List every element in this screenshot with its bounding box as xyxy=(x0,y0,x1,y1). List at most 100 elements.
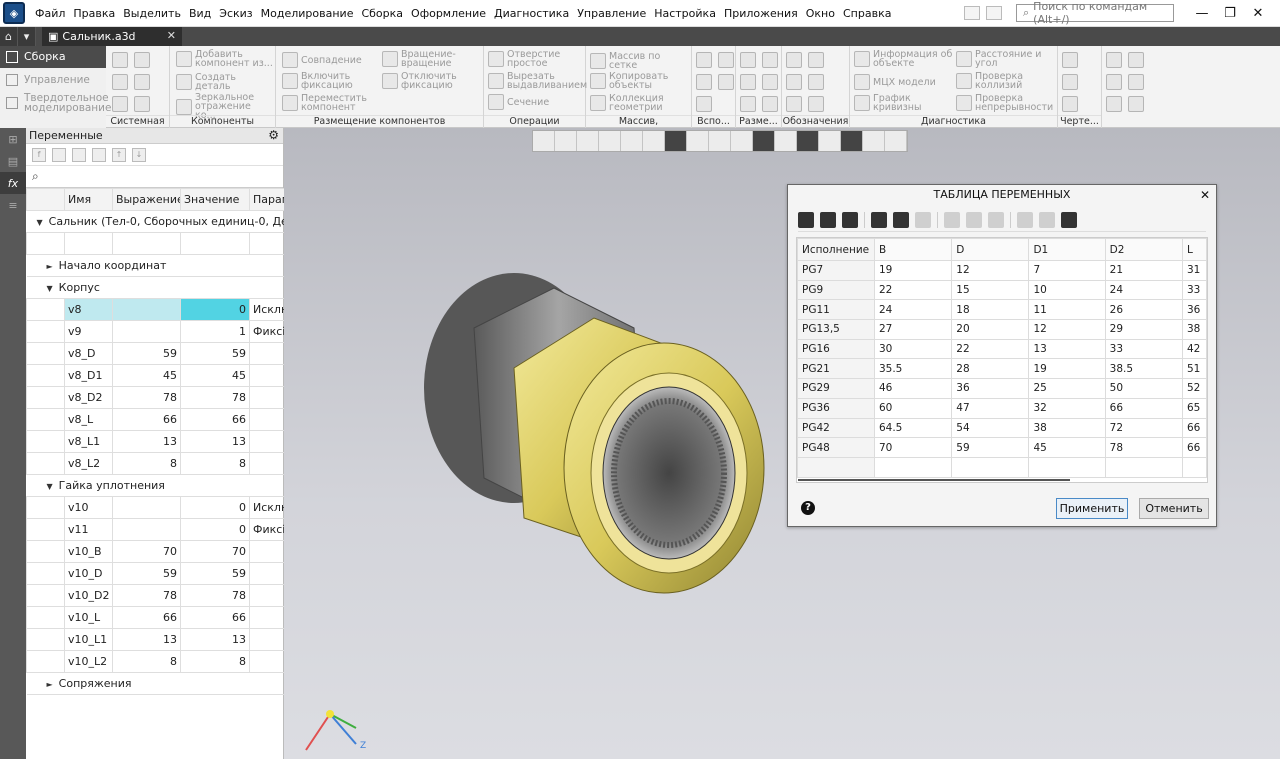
tree-group-row[interactable]: ► Начало координат xyxy=(26,254,285,277)
menu-help[interactable]: Справка xyxy=(839,0,895,27)
grid-value-cell[interactable]: 38.5 xyxy=(1104,358,1183,380)
grid-row[interactable]: PG13,5 27 20 12 29 38 xyxy=(797,319,1207,340)
grid-value-cell[interactable]: 11 xyxy=(1028,299,1106,321)
create-part-icon[interactable] xyxy=(176,74,192,90)
grid-value-cell[interactable]: 70 xyxy=(873,437,953,458)
drawing-view-icon[interactable] xyxy=(1062,74,1078,90)
grid-value-cell[interactable]: 45 xyxy=(1028,437,1106,458)
variable-param-cell[interactable] xyxy=(249,584,285,607)
grid-row[interactable]: PG48 70 59 45 78 66 xyxy=(797,437,1207,458)
row-marker-cell[interactable] xyxy=(26,364,65,387)
grid-array-button[interactable]: Массив по сетке xyxy=(609,52,690,71)
rotation-icon[interactable] xyxy=(382,51,398,67)
variable-expression-cell[interactable]: 59 xyxy=(112,342,181,365)
variable-name-cell[interactable]: v9 xyxy=(64,320,113,343)
tool-d-icon[interactable] xyxy=(1128,74,1144,90)
cable-gland-model[interactable] xyxy=(404,258,784,618)
variable-param-cell[interactable]: Исключ xyxy=(249,298,285,321)
variable-expression-cell[interactable]: 45 xyxy=(112,364,181,387)
close-icon[interactable]: ✕ xyxy=(1200,185,1210,205)
rotation-button[interactable]: Вращение-вращение xyxy=(401,50,480,69)
new-variable-row[interactable] xyxy=(26,232,285,255)
open-folder-icon[interactable] xyxy=(134,52,150,68)
column-header[interactable]: B xyxy=(873,238,953,261)
variable-expression-cell[interactable]: 8 xyxy=(112,452,181,475)
variant-name-cell[interactable]: PG29 xyxy=(797,378,875,399)
variable-row[interactable]: v8_L2 8 8 xyxy=(26,452,285,475)
variable-row[interactable]: v8_D1 45 45 xyxy=(26,364,285,387)
variable-row[interactable]: v8_L 66 66 xyxy=(26,408,285,431)
grid-value-cell[interactable]: 24 xyxy=(873,299,953,321)
insert-row-icon[interactable] xyxy=(871,211,887,228)
grid-row[interactable]: PG42 64.5 54 38 72 66 xyxy=(797,417,1207,439)
table-settings-icon[interactable] xyxy=(1061,211,1077,228)
collapse-arrow-icon[interactable]: ▼ xyxy=(47,284,53,293)
tab-dropdown-icon[interactable]: ▾ xyxy=(18,27,36,46)
hidden-lines-icon[interactable] xyxy=(709,131,731,151)
grid-value-cell[interactable]: 36 xyxy=(951,378,1030,399)
curvature-graph-button[interactable]: График кривизны xyxy=(873,94,954,113)
variable-value-cell[interactable]: 0 xyxy=(180,298,250,321)
variable-row[interactable]: v8 0Исключ xyxy=(26,298,285,321)
row-marker-cell[interactable] xyxy=(26,518,65,541)
variable-name-cell[interactable]: v10_L1 xyxy=(64,628,113,651)
horizontal-scrollbar[interactable] xyxy=(798,479,1070,481)
menu-window[interactable]: Окно xyxy=(802,0,839,27)
grid-value-cell[interactable]: 19 xyxy=(873,260,953,281)
grid-value-cell[interactable]: 59 xyxy=(951,437,1030,458)
continuity-icon[interactable] xyxy=(956,95,972,111)
measure-icon[interactable] xyxy=(863,131,885,151)
panel-icon[interactable] xyxy=(986,6,1002,20)
grid-value-cell[interactable]: 52 xyxy=(1181,378,1207,399)
cancel-button[interactable]: Отменить xyxy=(1139,498,1209,519)
grid-value-cell[interactable]: 26 xyxy=(1104,299,1183,321)
row-marker-cell[interactable] xyxy=(26,540,65,563)
grid-empty-cell[interactable] xyxy=(951,456,1030,478)
row-marker-cell[interactable] xyxy=(26,298,65,321)
fix-on-button[interactable]: Включить фиксацию xyxy=(301,72,378,91)
mass-props-icon[interactable] xyxy=(854,74,870,90)
variable-param-cell[interactable] xyxy=(249,540,285,563)
bom-icon[interactable] xyxy=(1062,96,1078,112)
grid-value-cell[interactable]: 18 xyxy=(951,299,1030,321)
close-tab-icon[interactable]: ✕ xyxy=(167,29,176,42)
variant-name-cell[interactable]: PG11 xyxy=(797,299,875,321)
grid-value-cell[interactable]: 25 xyxy=(1028,378,1106,399)
light-icon[interactable] xyxy=(819,131,841,151)
tool-b-icon[interactable] xyxy=(1128,52,1144,68)
variable-param-cell[interactable] xyxy=(249,606,285,629)
maximize-icon[interactable]: ❐ xyxy=(1216,6,1244,21)
variant-name-cell[interactable]: PG42 xyxy=(797,417,875,439)
leader-icon[interactable] xyxy=(786,74,802,90)
variable-expression-cell[interactable]: 78 xyxy=(112,584,181,607)
create-part-button[interactable]: Создать деталь xyxy=(195,73,274,92)
filter-funnel-icon[interactable] xyxy=(841,131,863,151)
variable-expression-cell[interactable]: 78 xyxy=(112,386,181,409)
wireframe-icon[interactable] xyxy=(687,131,709,151)
hole-button[interactable]: Отверстие простое xyxy=(507,50,584,69)
home-icon[interactable]: ⌂ xyxy=(0,27,18,46)
variable-row[interactable]: v8_D 59 59 xyxy=(26,342,285,365)
variable-row[interactable]: v11 0 Фиксі xyxy=(26,518,285,541)
row-marker-cell[interactable] xyxy=(26,562,65,585)
variant-name-cell[interactable]: PG13,5 xyxy=(797,319,875,340)
chain-dim-icon[interactable] xyxy=(762,96,778,112)
save-icon[interactable] xyxy=(820,211,836,228)
grid-value-cell[interactable]: 29 xyxy=(1104,319,1183,340)
grid-value-cell[interactable]: 28 xyxy=(951,358,1030,380)
close-icon[interactable]: ✕ xyxy=(1244,6,1272,21)
copy-objects-button[interactable]: Копировать объекты xyxy=(609,72,690,91)
variable-name-cell[interactable]: v11 xyxy=(64,518,113,541)
variable-value-cell[interactable]: 78 xyxy=(180,386,250,409)
gear-icon[interactable]: ⚙ xyxy=(268,128,279,142)
column-header[interactable]: D xyxy=(951,238,1030,261)
variable-expression-cell[interactable]: 66 xyxy=(112,408,181,431)
variable-name-cell[interactable]: v8_L2 xyxy=(64,452,113,475)
move-icon[interactable] xyxy=(282,95,298,111)
base-icon[interactable] xyxy=(808,52,824,68)
curvature-icon[interactable] xyxy=(854,95,870,111)
row-marker-cell[interactable] xyxy=(26,628,65,651)
variable-expression-cell[interactable]: 13 xyxy=(112,430,181,453)
variables-fx-icon[interactable]: fx xyxy=(0,172,26,194)
variable-name-cell[interactable]: v8_D2 xyxy=(64,386,113,409)
